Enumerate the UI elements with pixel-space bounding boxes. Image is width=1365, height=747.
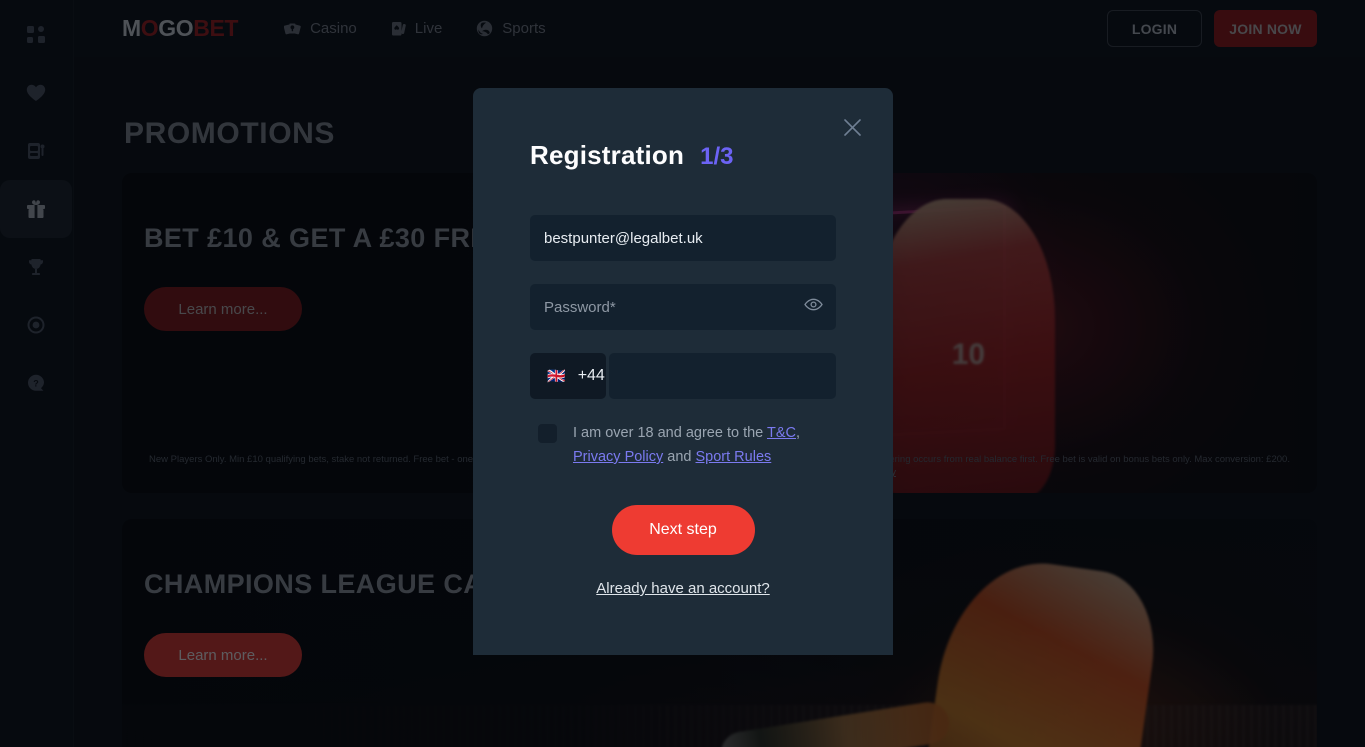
phone-number-field[interactable] (609, 353, 836, 399)
volleyball-icon (476, 20, 493, 37)
modal-header: Registration 1/3 (530, 140, 836, 171)
phone-row: 🇬🇧 +44 (530, 353, 836, 399)
close-icon[interactable] (839, 114, 865, 140)
password-field-wrapper[interactable] (530, 284, 836, 330)
sidebar-item-favourites[interactable] (0, 64, 72, 122)
agree-text-and: and (663, 449, 696, 465)
sidebar-item-tournaments[interactable] (0, 238, 72, 296)
learn-more-button-2[interactable]: Learn more... (144, 633, 302, 677)
agree-row: I am over 18 and agree to the T&C, Priva… (538, 421, 836, 469)
logo-part-2: O (140, 15, 159, 41)
modal-step-indicator: 1/3 (700, 143, 734, 170)
grid-icon (26, 25, 46, 45)
logo-part-1: M (122, 15, 141, 41)
tc-link[interactable]: T&C (767, 425, 796, 441)
trophy-icon (26, 257, 46, 277)
nav-label-sports: Sports (502, 20, 546, 37)
top-header: MOGOBET Casino Live Sports LOGIN JOIN NO… (74, 0, 1365, 57)
nav-item-live[interactable]: Live (391, 20, 443, 37)
agree-text-before: I am over 18 and agree to the (573, 425, 768, 441)
site-logo[interactable]: MOGOBET (122, 15, 238, 42)
gift-icon (26, 199, 46, 219)
join-now-button[interactable]: JOIN NOW (1214, 10, 1317, 47)
sidebar-item-slots[interactable] (0, 122, 72, 180)
uk-flag-icon: 🇬🇧 (547, 367, 566, 385)
logo-part-4: BET (193, 15, 239, 41)
logo-part-3: GO (158, 15, 194, 41)
next-step-button[interactable]: Next step (611, 505, 755, 555)
help-chat-icon: ? (26, 373, 46, 393)
country-code-selector[interactable]: 🇬🇧 +44 (530, 353, 606, 399)
sidebar-item-support[interactable]: ? (0, 354, 72, 412)
eye-icon[interactable] (804, 298, 823, 316)
svg-text:?: ? (33, 378, 39, 388)
left-sidebar: ? (0, 0, 74, 747)
nav-label-live: Live (414, 20, 443, 37)
playing-card-icon (391, 21, 406, 37)
slot-machine-icon (26, 141, 46, 161)
agree-separator: , (796, 425, 801, 441)
nav-label-casino: Casino (310, 20, 357, 37)
main-nav: Casino Live Sports (284, 20, 546, 37)
email-field[interactable] (530, 215, 836, 261)
privacy-policy-link[interactable]: Privacy Policy (573, 449, 663, 465)
country-code-value: +44 (577, 367, 605, 384)
nav-item-casino[interactable]: Casino (284, 20, 357, 37)
modal-title: Registration (530, 140, 685, 170)
app-root: ? MOGOBET Casino Live Sports LOGIN JOIN … (0, 0, 1365, 747)
password-field[interactable] (530, 284, 836, 330)
header-actions: LOGIN JOIN NOW (1107, 10, 1317, 47)
already-have-account-link[interactable]: Already have an account? (530, 580, 836, 597)
learn-more-button[interactable]: Learn more... (144, 287, 302, 331)
sport-rules-link[interactable]: Sport Rules (696, 449, 772, 465)
sidebar-item-promotions[interactable] (0, 180, 72, 238)
email-field-wrapper[interactable] (530, 215, 836, 261)
target-icon (26, 315, 46, 335)
nav-item-sports[interactable]: Sports (476, 20, 546, 37)
sidebar-item-dashboard[interactable] (0, 6, 72, 64)
age-terms-checkbox[interactable] (538, 424, 557, 443)
registration-modal: Registration 1/3 🇬🇧 +44 I am over 18 and… (473, 88, 893, 655)
cards-icon (284, 21, 301, 36)
login-button[interactable]: LOGIN (1107, 10, 1202, 47)
agree-text: I am over 18 and agree to the T&C, Priva… (573, 421, 813, 469)
sidebar-item-responsible-gaming[interactable] (0, 296, 72, 354)
heart-icon (26, 84, 46, 102)
